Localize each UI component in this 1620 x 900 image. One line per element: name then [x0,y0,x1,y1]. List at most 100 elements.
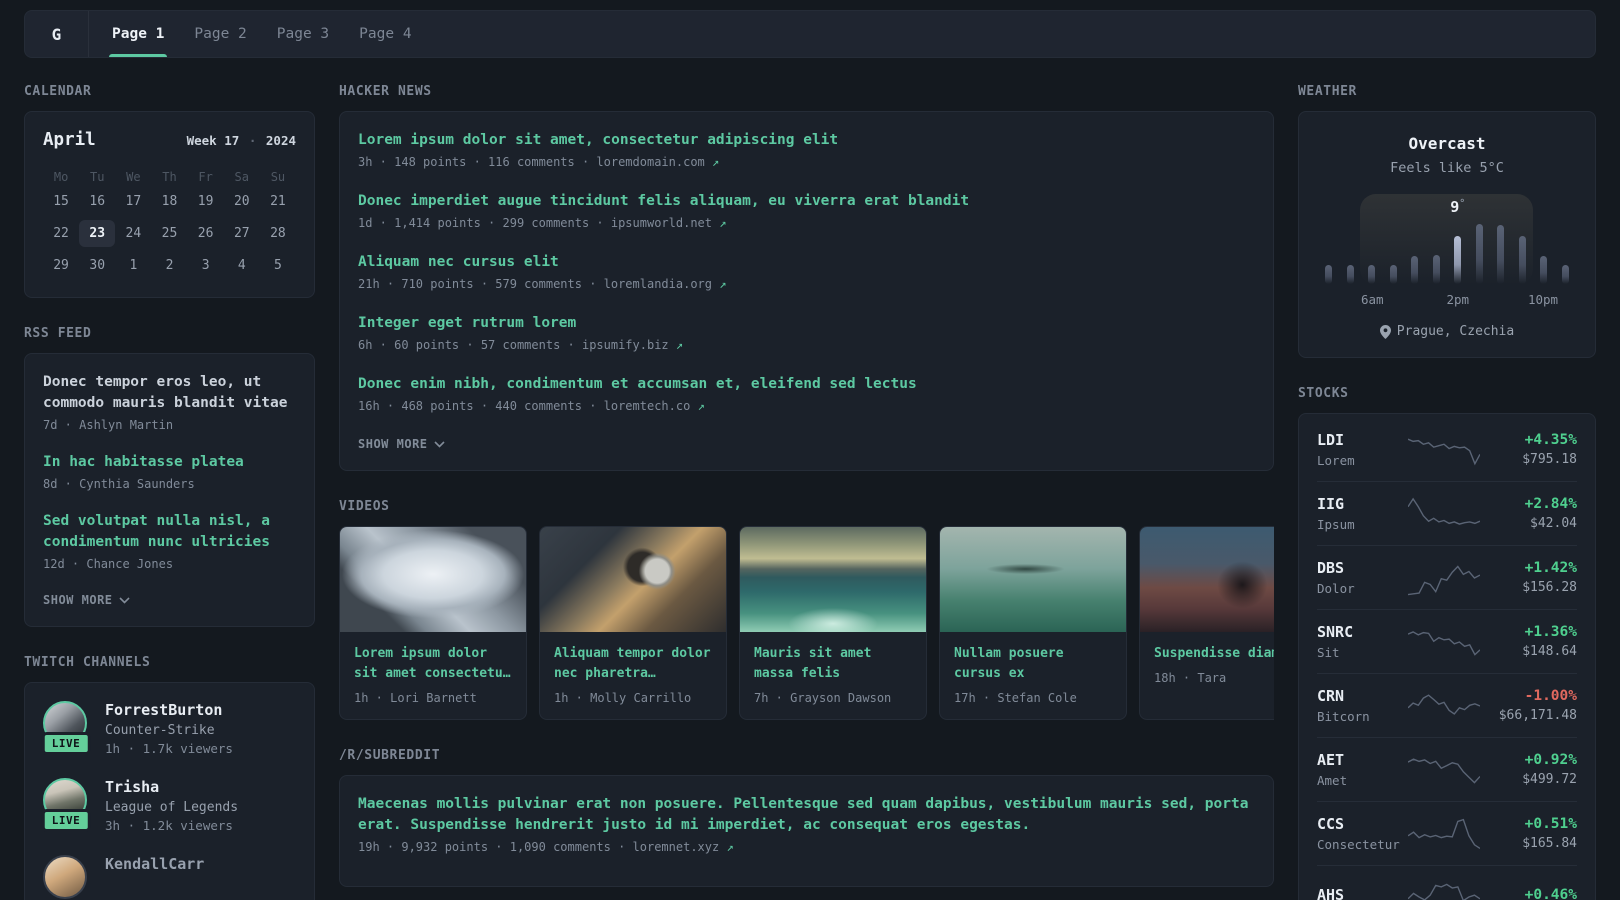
hn-item-link[interactable]: Lorem ipsum dolor sit amet, consectetur … [358,130,1255,151]
calendar-day-grid: 15 16 17 18 19 20 21 22 23 24 25 26 27 28 29 30 1 2 3 4 5 [43,188,296,279]
stock-ticker: CRN [1317,687,1345,705]
video-card[interactable]: Lorem ipsum dolor sit amet consectetu… 1… [339,526,527,721]
video-card[interactable]: Aliquam tempor dolor nec pharetra… 1h · … [539,526,727,721]
stock-change: +1.42% [1524,560,1577,576]
stock-change: +1.36% [1524,624,1577,640]
hn-item-meta: 3h · 148 points · 116 comments · loremdo… [358,155,1255,169]
weekday-label: Mo [53,170,69,184]
tab-page-4[interactable]: Page 4 [344,11,426,57]
hn-item-link[interactable]: Aliquam nec cursus elit [358,252,1255,273]
video-card[interactable]: Suspendisse diam 18h · Tara [1139,526,1274,721]
stock-sparkline [1403,879,1485,900]
calendar-day: 27 [233,226,250,241]
time-tick: 10pm [1527,292,1559,307]
subreddit-section-title: /R/SUBREDDIT [339,748,441,764]
stock-row-aet[interactable]: AET Amet +0.92% $499.72 [1317,737,1577,801]
live-badge: LIVE [41,732,91,756]
rss-item-meta: 8d · Cynthia Saunders [43,477,195,492]
stock-row-ahs[interactable]: AHS +0.46% [1317,865,1577,900]
video-thumbnail [940,527,1126,633]
channel-avatar-image [43,854,87,899]
external-link-icon[interactable]: ↗ [712,155,719,169]
external-link-icon[interactable]: ↗ [698,399,705,413]
middle-column: HACKER NEWS Lorem ipsum dolor sit amet, … [339,84,1274,900]
stock-row-ldi[interactable]: LDI Lorem +4.35% $795.18 [1317,418,1577,481]
hn-item-link[interactable]: Integer eget rutrum lorem [358,313,1255,334]
stock-row-snrc[interactable]: SNRC Sit +1.36% $148.64 [1317,609,1577,673]
calendar-year: 2024 [265,133,296,148]
stock-row-iig[interactable]: IIG Ipsum +2.84% $42.04 [1317,481,1577,545]
calendar-day: 24 [125,226,142,241]
stock-price: $148.64 [1522,644,1577,659]
hn-item-link[interactable]: Donec enim nibh, condimentum et accumsan… [358,374,1255,395]
stock-ticker: IIG [1317,495,1345,513]
external-link-icon[interactable]: ↗ [719,277,726,291]
weekday-label: Th [162,170,177,184]
live-badge: LIVE [41,808,91,832]
calendar-day: 18 [161,194,178,209]
weather-bar [1518,236,1526,284]
channel-viewers: 1h · 1.7k viewers [105,740,233,756]
hn-item-meta: 21h · 710 points · 579 comments · loreml… [358,277,1255,291]
calendar-day: 15 [53,194,69,209]
weather-bar [1346,265,1354,284]
stock-row-dbs[interactable]: DBS Dolor +1.42% $156.28 [1317,545,1577,609]
tab-page-3[interactable]: Page 3 [262,11,344,57]
stock-sparkline [1403,816,1485,852]
stock-change: +2.84% [1524,496,1577,512]
external-link-icon[interactable]: ↗ [676,338,683,352]
video-card[interactable]: Nullam posuere cursus ex 17h · Stefan Co… [939,526,1127,721]
weather-feels-like: Feels like 5°C [1390,160,1504,176]
tab-page-1[interactable]: Page 1 [97,11,179,57]
stock-row-ccs[interactable]: CCS Consectetur +0.51% $165.84 [1317,801,1577,865]
time-tick: 6am [1360,292,1384,307]
external-link-icon[interactable]: ↗ [719,216,726,230]
rss-item-meta: 7d · Ashlyn Martin [43,418,174,433]
rss-item: Sed volutpat nulla nisl, a condimentum n… [43,511,296,571]
twitch-card: LIVE ForrestBurton Counter-Strike 1h · 1… [24,682,315,900]
stock-sparkline [1403,752,1485,788]
weather-hourly-chart: 9° [1319,194,1575,285]
video-meta: 1h · Lori Barnett [354,691,477,706]
hn-show-more-button[interactable]: SHOW MORE [358,437,445,451]
stock-name: Bitcorn [1317,709,1370,724]
left-column: CALENDAR April Week 17 · 2024 Mo Tu We Th Fr… [24,84,315,900]
twitch-channel-trisha[interactable]: LIVE Trisha League of Legends 3h · 1.2k … [41,777,296,833]
twitch-channel-forrestburton[interactable]: LIVE ForrestBurton Counter-Strike 1h · 1… [41,701,296,756]
weekday-label: Tu [89,170,105,184]
calendar-section-title: CALENDAR [24,84,92,99]
chevron-down-icon [433,441,445,448]
stock-price: $499.72 [1522,772,1577,787]
rss-show-more-button[interactable]: SHOW MORE [43,593,130,607]
hn-meta-text: 3h · 148 points · 116 comments · loremdo… [358,155,705,170]
twitch-widget: TWITCH CHANNELS LIVE ForrestBurton Count… [24,655,315,900]
hn-item-meta: 1d · 1,414 points · 299 comments · ipsum… [358,216,1255,230]
external-link-icon[interactable]: ↗ [726,840,733,854]
stock-change: +4.35% [1524,432,1577,448]
avatar [43,854,89,900]
app-logo[interactable]: G [25,11,89,57]
stock-sparkline [1403,688,1485,724]
weekday-label: Sa [234,170,249,184]
weather-condition: Overcast [1408,134,1486,153]
weather-bar [1561,265,1569,284]
weather-bar [1411,256,1419,284]
video-card[interactable]: Mauris sit amet massa felis 7h · Grayson… [739,526,927,721]
stock-row-crn[interactable]: CRN Bitcorn -1.00% $66,171.48 [1317,673,1577,737]
twitch-channel-kendallcarr[interactable]: KendallCarr [43,854,296,900]
right-column: WEATHER Overcast Feels like 5°C 9° 6am 2… [1298,84,1596,900]
video-meta: 1h · Molly Carrillo [554,691,692,706]
stock-price: $795.18 [1522,452,1577,467]
rss-item-link[interactable]: Donec tempor eros leo, ut commodo mauris… [43,372,296,414]
reddit-post-link[interactable]: Maecenas mollis pulvinar erat non posuer… [358,794,1255,836]
stock-sparkline [1403,624,1485,660]
tab-page-2[interactable]: Page 2 [179,11,261,57]
hn-item-link[interactable]: Donec imperdiet augue tincidunt felis al… [358,191,1255,212]
rss-item-link[interactable]: In hac habitasse platea [43,452,296,473]
hn-item-meta: 6h · 60 points · 57 comments · ipsumify.… [358,338,1255,352]
rss-item-link[interactable]: Sed volutpat nulla nisl, a condimentum n… [43,511,296,553]
channel-info: ForrestBurton Counter-Strike 1h · 1.7k v… [105,701,233,756]
rss-item: Donec tempor eros leo, ut commodo mauris… [43,372,296,432]
calendar-weekday-row: Mo Tu We Th Fr Sa Su [43,166,296,188]
calendar-day: 3 [201,258,210,273]
